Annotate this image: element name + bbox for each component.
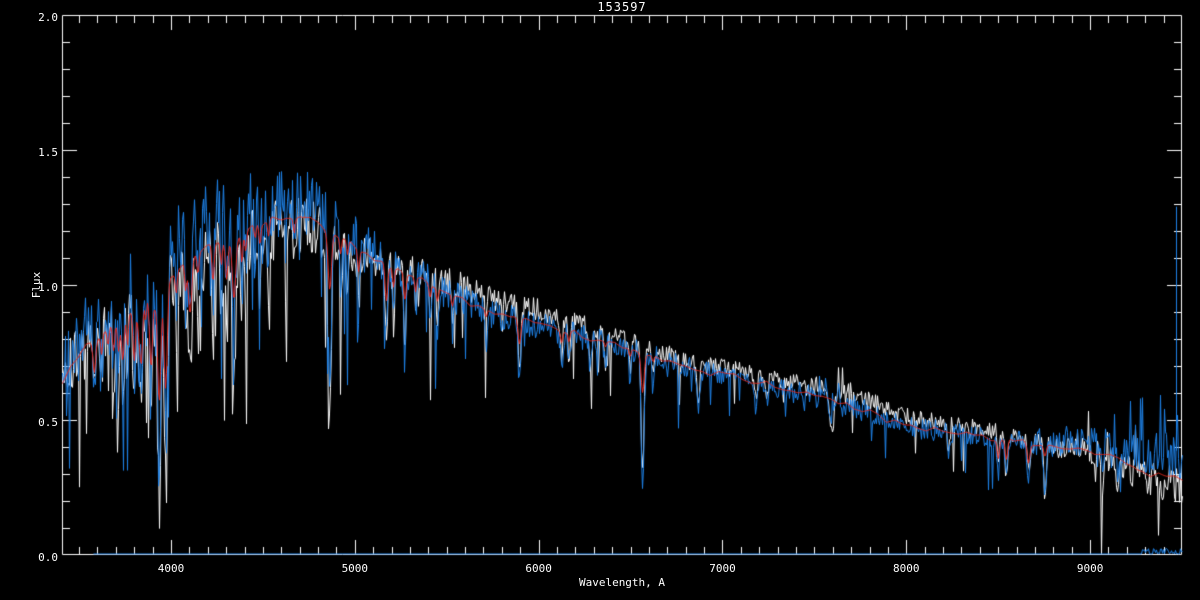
y-tick-label: 0.5: [38, 416, 58, 429]
y-tick-label: 2.0: [38, 11, 58, 24]
y-tick-label: 0.0: [38, 551, 58, 564]
x-axis-label: Wavelength, A: [578, 576, 666, 589]
spectrum-figure: 153597 Wavelength, A Flux 4000 5000 6000 70…: [0, 0, 1200, 600]
spectrum-plot-canvas: [0, 0, 1200, 600]
x-tick-label: 5000: [341, 562, 369, 575]
x-tick-label: 4000: [157, 562, 185, 575]
x-tick-label: 7000: [709, 562, 736, 575]
y-tick-label: 1.5: [38, 146, 58, 159]
x-tick-label: 6000: [525, 562, 552, 575]
y-tick-label: 1.0: [38, 281, 58, 294]
plot-title: 153597: [597, 0, 647, 14]
x-tick-label: 8000: [893, 562, 920, 575]
x-tick-label: 9000: [1076, 562, 1104, 575]
